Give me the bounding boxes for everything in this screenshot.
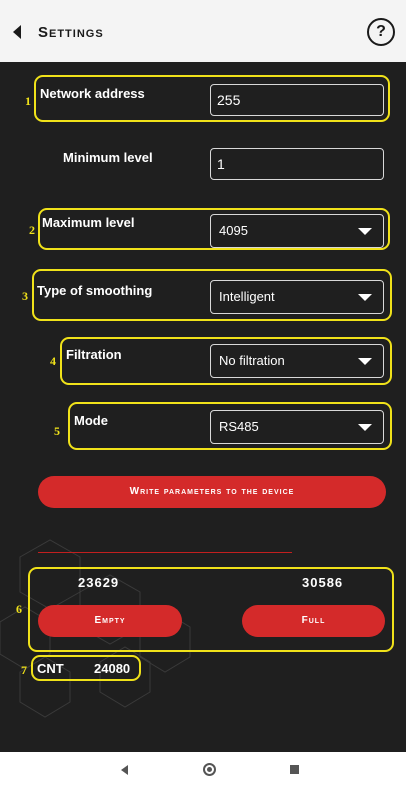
minimum-level-input[interactable]: 1 [210,148,384,180]
cnt-label: CNT [37,661,64,676]
caret-down-icon [358,358,372,365]
annotation-number-4: 4 [50,354,56,368]
nav-home-icon[interactable] [203,763,216,776]
page-title: Settings [38,24,104,41]
full-counter-value: 30586 [302,575,344,590]
filtration-select[interactable]: No filtration [210,344,384,378]
write-parameters-button[interactable]: Write parameters to the device [38,476,386,508]
caret-down-icon [358,228,372,235]
annotation-number-7: 7 [21,663,27,677]
filtration-value: No filtration [219,353,285,368]
filtration-label: Filtration [66,347,122,362]
network-address-input[interactable]: 255 [210,84,384,116]
maximum-level-value: 4095 [219,223,248,238]
maximum-level-select[interactable]: 4095 [210,214,384,248]
help-button[interactable]: ? [367,18,395,46]
annotation-number-5: 5 [54,424,60,438]
back-icon[interactable] [13,25,21,39]
mode-label: Mode [74,413,108,428]
smoothing-label: Type of smoothing [37,283,153,298]
caret-down-icon [358,294,372,301]
caret-down-icon [358,424,372,431]
nav-recent-apps-icon[interactable] [290,765,299,774]
smoothing-value: Intelligent [219,289,275,304]
annotation-number-3: 3 [22,289,28,303]
divider-line [38,552,292,553]
cnt-value: 24080 [94,661,131,676]
mode-select[interactable]: RS485 [210,410,384,444]
nav-back-icon[interactable] [121,765,128,775]
annotation-number-2: 2 [29,223,35,237]
annotation-number-6: 6 [16,602,22,616]
smoothing-select[interactable]: Intelligent [210,280,384,314]
network-address-label: Network address [40,86,145,101]
full-button[interactable]: Full [242,605,385,637]
system-nav-bar [0,752,406,785]
empty-button[interactable]: Empty [38,605,182,637]
mode-value: RS485 [219,419,259,434]
empty-counter-value: 23629 [78,575,120,590]
minimum-level-label: Minimum level [63,150,153,165]
maximum-level-label: Maximum level [42,215,135,230]
app-header: Settings ? [0,0,406,62]
annotation-number-1: 1 [25,94,31,108]
settings-panel: 1 Network address 255 Minimum level 1 2 … [0,62,406,752]
